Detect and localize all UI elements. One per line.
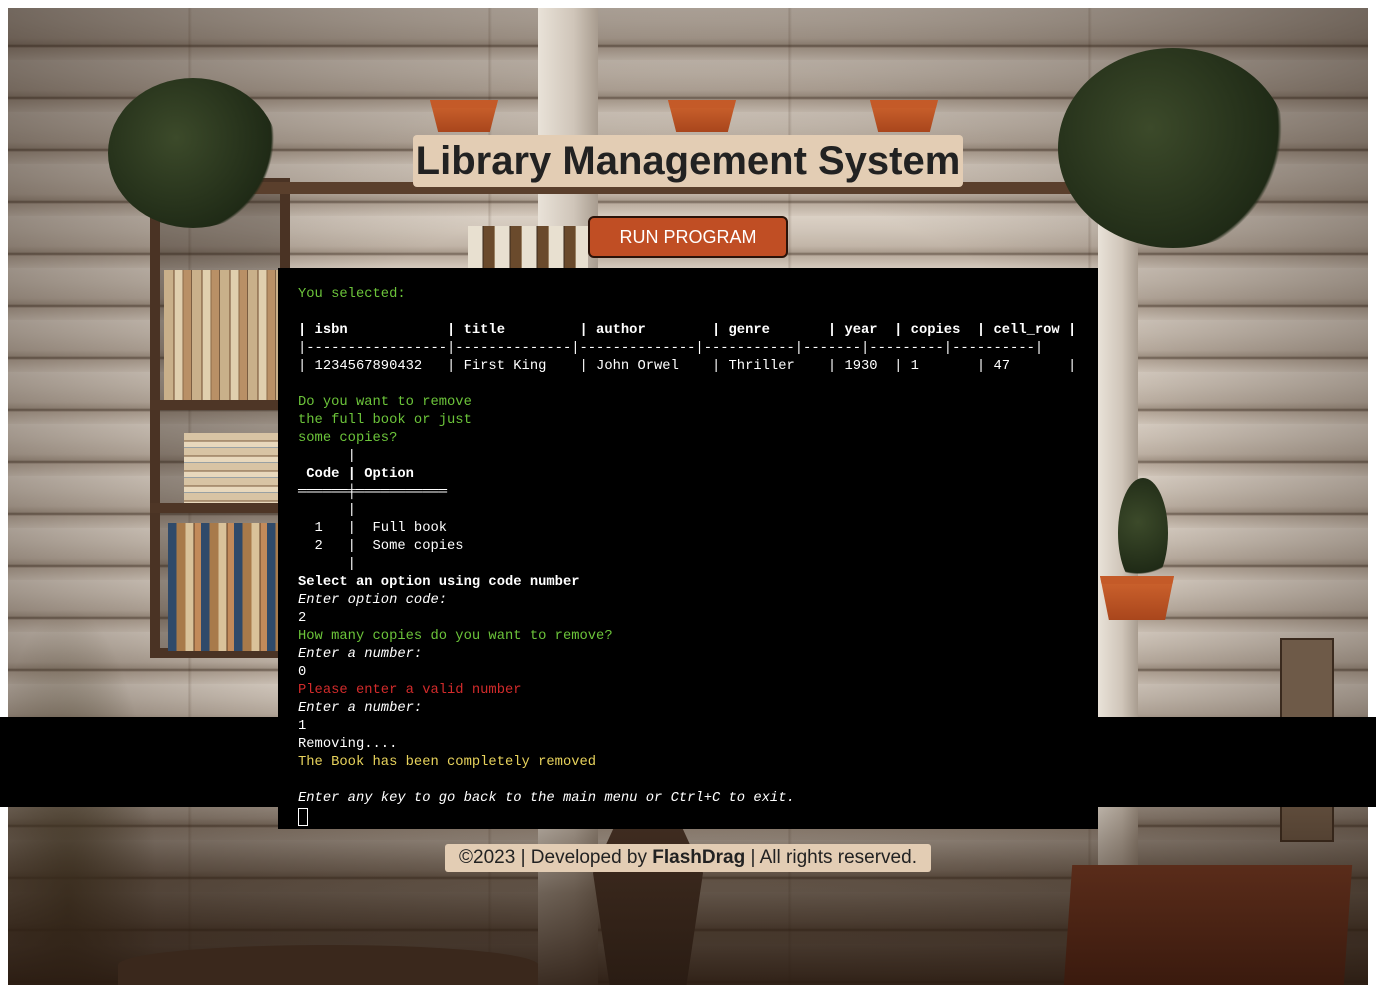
shelf-board (150, 503, 290, 513)
flower-pot (870, 100, 938, 132)
page: Library Management System RUN PROGRAM Yo… (0, 0, 1376, 1001)
options-table-top: | (298, 449, 356, 464)
table (118, 945, 538, 985)
removed-success-message: The Book has been completely removed (298, 755, 597, 770)
hanging-plant (108, 78, 278, 228)
enter-number-prompt: Enter a number: (298, 647, 423, 662)
options-table-row: 2 | Some copies (298, 539, 464, 554)
footer-suffix: | All rights reserved. (745, 847, 917, 868)
number-input-echo: 1 (298, 719, 307, 734)
page-title: Library Management System (413, 135, 963, 187)
books-row (164, 270, 284, 400)
terminal-input-line[interactable] (298, 808, 1078, 826)
enter-number-prompt: Enter a number: (298, 701, 423, 716)
removing-status: Removing.... (298, 737, 398, 752)
select-option-prompt: Select an option using code number (298, 575, 580, 590)
book-table-header: | isbn | title | author | genre | year |… (298, 323, 1077, 338)
options-table-row: 1 | Full book (298, 521, 448, 536)
terminal-question-line: Do you want to remove (298, 395, 472, 410)
books-stack (184, 433, 284, 503)
options-table-rule: ══════╪═══════════ (298, 485, 448, 500)
terminal[interactable]: You selected: | isbn | title | author | … (278, 268, 1098, 829)
chair (1063, 865, 1353, 985)
book-table-row: | 1234567890432 | First King | John Orwe… (298, 359, 1077, 374)
shelf-board (150, 400, 290, 410)
flower-pot (668, 100, 736, 132)
flower-pot (430, 100, 498, 132)
options-table-spacer: | (298, 503, 356, 518)
book-table-separator: |-----------------|--------------|------… (298, 341, 1044, 356)
number-input-echo: 0 (298, 665, 307, 680)
terminal-question-line: some copies? (298, 431, 398, 446)
enter-option-code-prompt: Enter option code: (298, 593, 448, 608)
invalid-number-error: Please enter a valid number (298, 683, 522, 698)
terminal-line-you-selected: You selected: (298, 287, 406, 302)
exit-prompt: Enter any key to go back to the main men… (298, 791, 795, 806)
cactus (1118, 478, 1168, 588)
options-table-header: Code | Option (298, 467, 414, 482)
terminal-question-line: the full book or just (298, 413, 472, 428)
how-many-copies-prompt: How many copies do you want to remove? (298, 629, 613, 644)
option-input-echo: 2 (298, 611, 307, 626)
options-table-bottom: | (298, 557, 356, 572)
hanging-plant (1058, 48, 1288, 248)
run-program-button[interactable]: RUN PROGRAM (588, 216, 788, 258)
terminal-cursor[interactable] (298, 808, 308, 826)
footer: ©2023 | Developed by FlashDrag | All rig… (445, 844, 931, 872)
footer-author: FlashDrag (652, 847, 746, 868)
books-row (168, 523, 284, 651)
footer-prefix: ©2023 | Developed by (459, 847, 653, 868)
